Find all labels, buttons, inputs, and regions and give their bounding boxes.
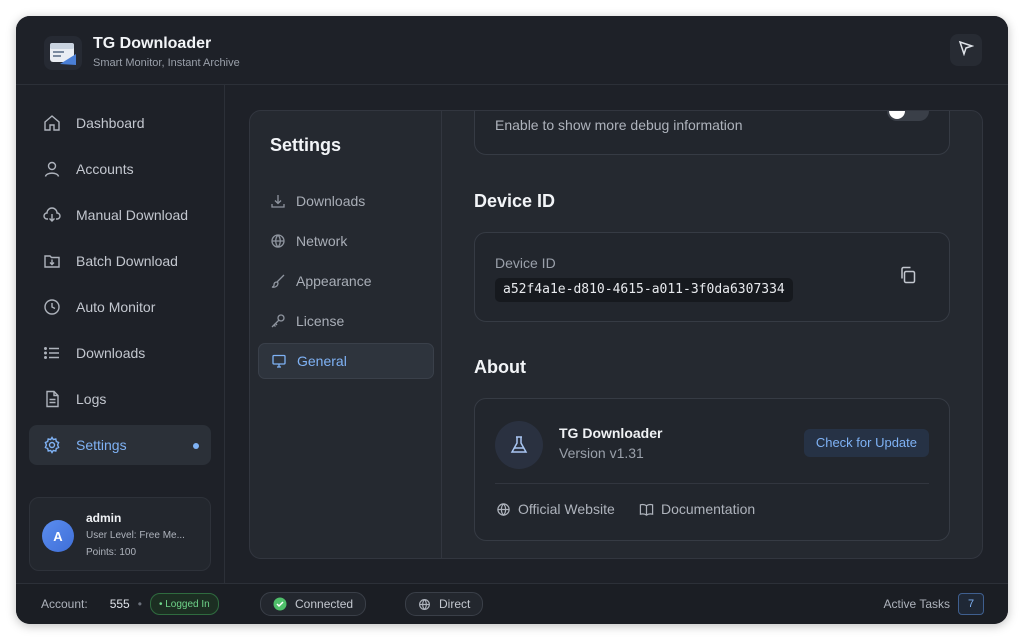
copy-device-id-button[interactable]	[897, 266, 919, 288]
gear-icon	[43, 436, 61, 454]
sidebar-item-label: Logs	[76, 391, 107, 407]
app-logo-icon	[44, 36, 82, 70]
divider	[495, 483, 929, 484]
documentation-link[interactable]: Documentation	[638, 501, 755, 517]
brush-icon	[270, 273, 286, 289]
settings-tab-label: General	[297, 353, 347, 369]
settings-tab-label: Appearance	[296, 273, 372, 289]
sidebar-item-label: Settings	[76, 437, 127, 453]
sidebar-item-label: Accounts	[76, 161, 134, 177]
connection-pill: Connected	[260, 592, 367, 616]
active-tasks-count: 7	[958, 593, 984, 615]
sidebar-item-label: Manual Download	[76, 207, 189, 223]
user-name: admin	[86, 511, 122, 525]
settings-panel: Settings Downloads Network Appearance Li…	[249, 110, 983, 559]
book-icon	[638, 501, 654, 517]
about-card: TG Downloader Version v1.31 Check for Up…	[474, 398, 950, 541]
cloud-download-icon	[43, 206, 61, 224]
about-version: Version v1.31	[559, 445, 644, 461]
sidebar-item-label: Dashboard	[76, 115, 145, 131]
about-app-name: TG Downloader	[559, 425, 663, 441]
sidebar-item-logs[interactable]: Logs	[29, 379, 211, 419]
device-id-value: a52f4a1e-d810-4615-a011-3f0da6307334	[495, 278, 793, 302]
sidebar: Dashboard Accounts Manual Download Batch…	[16, 85, 225, 583]
home-icon	[43, 114, 61, 132]
sidebar-item-dashboard[interactable]: Dashboard	[29, 103, 211, 143]
about-section-title: About	[474, 357, 526, 377]
settings-subnav: Settings Downloads Network Appearance Li…	[250, 111, 442, 558]
settings-tab-general[interactable]: General	[258, 343, 434, 379]
separator-dot: •	[137, 597, 142, 611]
sidebar-item-batch-download[interactable]: Batch Download	[29, 241, 211, 281]
device-section-title: Device ID	[474, 191, 556, 211]
globe-icon	[418, 598, 431, 611]
debug-toggle[interactable]	[887, 111, 929, 121]
active-tasks-label: Active Tasks	[883, 597, 950, 611]
user-points: Points: 100	[86, 547, 137, 558]
check-for-update-button[interactable]: Check for Update	[803, 429, 929, 457]
list-icon	[43, 344, 61, 362]
copy-icon	[898, 265, 918, 290]
device-id-label: Device ID	[495, 255, 556, 271]
sidebar-item-label: Batch Download	[76, 253, 178, 269]
header-action-button[interactable]	[950, 34, 982, 66]
key-icon	[270, 313, 286, 329]
settings-tab-label: License	[296, 313, 345, 329]
app-header: TG Downloader Smart Monitor, Instant Arc…	[16, 16, 1008, 85]
proxy-status[interactable]: Direct	[405, 584, 484, 624]
settings-tab-label: Network	[296, 233, 348, 249]
user-level: User Level: Free Me...	[86, 530, 185, 541]
app-title: TG Downloader	[93, 35, 212, 52]
status-bar: Account: 555 • • Logged In Connected Dir…	[16, 583, 1008, 624]
file-text-icon	[43, 390, 61, 408]
toggle-knob	[889, 111, 905, 119]
connection-label: Connected	[295, 597, 354, 611]
check-circle-icon	[273, 597, 287, 611]
settings-tab-appearance[interactable]: Appearance	[258, 263, 434, 299]
avatar: A	[42, 520, 74, 552]
app-window: TG Downloader Smart Monitor, Instant Arc…	[16, 16, 1008, 624]
user-card[interactable]: A admin User Level: Free Me... Points: 1…	[29, 497, 211, 571]
account-value: 555	[109, 597, 130, 611]
sidebar-item-auto-monitor[interactable]: Auto Monitor	[29, 287, 211, 327]
sidebar-item-label: Downloads	[76, 345, 146, 361]
user-icon	[43, 160, 61, 178]
globe-icon	[495, 501, 511, 517]
cursor-pointer-icon	[958, 40, 975, 61]
official-website-link[interactable]: Official Website	[495, 501, 615, 517]
flask-icon	[495, 421, 543, 469]
active-tasks[interactable]: Active Tasks 7	[884, 584, 984, 624]
settings-tab-license[interactable]: License	[258, 303, 434, 339]
connection-status: Connected	[260, 584, 367, 624]
debug-description: Enable to show more debug information	[495, 117, 743, 133]
app-subtitle: Smart Monitor, Instant Archive	[93, 57, 240, 69]
active-indicator-dot	[193, 443, 199, 449]
link-label: Documentation	[661, 501, 756, 517]
sidebar-item-manual-download[interactable]: Manual Download	[29, 195, 211, 235]
globe-icon	[270, 233, 286, 249]
proxy-label: Direct	[439, 597, 471, 611]
sidebar-item-label: Auto Monitor	[76, 299, 156, 315]
settings-tab-downloads[interactable]: Downloads	[258, 183, 434, 219]
download-icon	[270, 193, 286, 209]
settings-title: Settings	[270, 135, 342, 155]
status-badge: • Logged In	[149, 593, 219, 615]
debug-mode-card: Enable to show more debug information	[474, 111, 950, 155]
account-status: Account: 555 • • Logged In	[41, 584, 219, 624]
device-id-card: Device ID a52f4a1e-d810-4615-a011-3f0da6…	[474, 232, 950, 322]
sidebar-item-downloads[interactable]: Downloads	[29, 333, 211, 373]
link-label: Official Website	[518, 501, 615, 517]
sidebar-item-accounts[interactable]: Accounts	[29, 149, 211, 189]
clock-icon	[43, 298, 61, 316]
sidebar-item-settings[interactable]: Settings	[29, 425, 211, 465]
monitor-icon	[271, 353, 287, 369]
settings-tab-network[interactable]: Network	[258, 223, 434, 259]
folder-download-icon	[43, 252, 61, 270]
proxy-pill[interactable]: Direct	[405, 592, 484, 616]
settings-tab-label: Downloads	[296, 193, 366, 209]
settings-content: Enable to show more debug information De…	[442, 111, 982, 558]
account-label: Account:	[41, 597, 88, 611]
